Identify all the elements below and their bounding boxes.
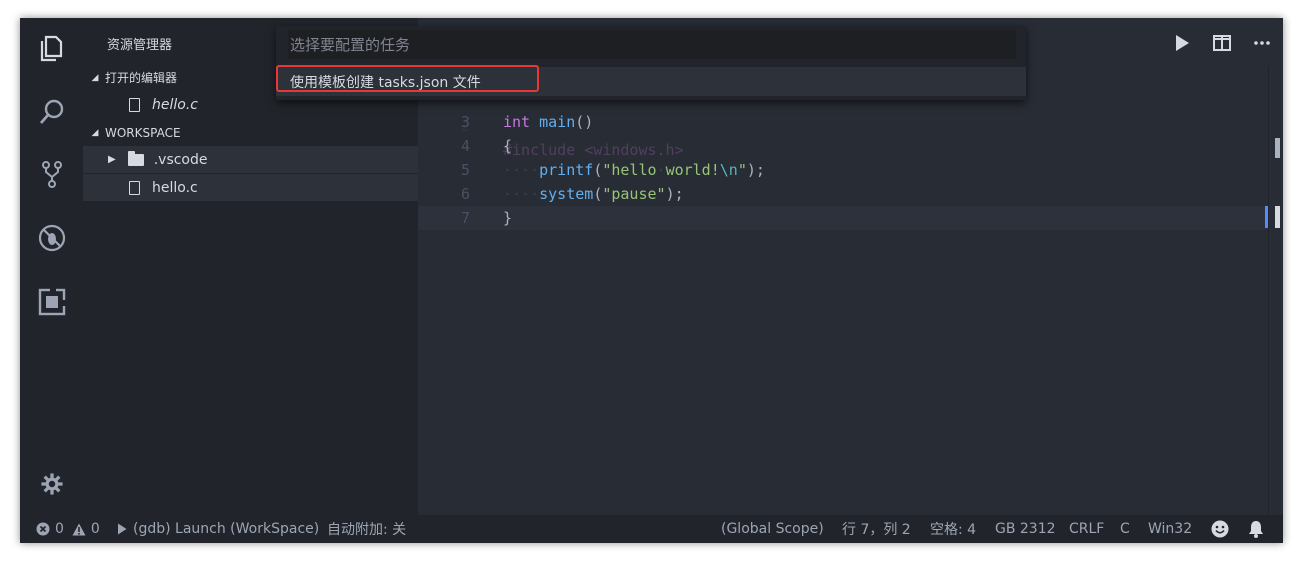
indentation-item[interactable]: 空格: 4: [930, 515, 976, 543]
code-token: (: [593, 161, 603, 179]
debug-icon[interactable]: [20, 212, 83, 264]
encoding-item[interactable]: GB 2312: [995, 515, 1056, 543]
code-token: }: [503, 209, 513, 227]
code-token: "pause": [602, 185, 666, 203]
platform-item[interactable]: Win32: [1148, 515, 1192, 543]
debug-launch-label: (gdb) Launch (WorkSpace): [133, 521, 320, 537]
file-icon: [129, 97, 140, 112]
scrollbar-accent: [1265, 206, 1268, 228]
quick-pick-input[interactable]: [288, 30, 1016, 59]
code-token: printf: [539, 161, 594, 179]
language-item[interactable]: C: [1120, 515, 1130, 543]
gear-icon[interactable]: [20, 458, 83, 510]
scope-item[interactable]: (Global Scope): [721, 515, 824, 543]
cursor-position-item[interactable]: 行 7，列 2: [842, 515, 911, 543]
debug-launch-item[interactable]: (gdb) Launch (WorkSpace): [117, 515, 319, 543]
auto-attach-item[interactable]: 自动附加: 关: [327, 515, 406, 543]
code-token: system: [539, 185, 594, 203]
split-editor-icon[interactable]: [1211, 32, 1233, 54]
collapse-triangle-icon: ◢: [91, 127, 99, 138]
code-line: 6 ····system("pause");: [418, 182, 1268, 206]
code-token: main: [539, 113, 576, 131]
code-token: ": [737, 161, 747, 179]
files-icon[interactable]: [20, 22, 83, 74]
problems-indicator[interactable]: 0 0: [36, 515, 100, 543]
open-editor-label: hello.c: [152, 96, 198, 113]
notifications-bell-icon[interactable]: [1248, 515, 1264, 543]
line-number: 5: [460, 161, 470, 179]
scrollbar-marker: [1275, 138, 1280, 158]
code-line: 5 ····printf("hello·world!\n");: [418, 158, 1268, 182]
eol-item[interactable]: CRLF: [1069, 515, 1104, 543]
line-number: 3: [460, 113, 470, 131]
code-token: \n: [719, 161, 738, 179]
file-icon: [129, 180, 140, 195]
code-token: ····: [503, 161, 540, 179]
code-token: world!: [665, 161, 720, 179]
vertical-scrollbar[interactable]: [1265, 66, 1283, 515]
code-text: int main(): [503, 110, 593, 134]
code-token: int: [503, 113, 531, 131]
code-text: ····printf("hello·world!\n");: [503, 158, 765, 182]
source-control-icon[interactable]: [20, 148, 83, 200]
code-token: );: [665, 185, 684, 203]
code-token: );: [746, 161, 765, 179]
tree-item-hello-c[interactable]: hello.c: [83, 174, 418, 201]
code-line: 7}: [418, 206, 1268, 230]
search-icon[interactable]: [20, 86, 83, 138]
tree-item-vscode-folder[interactable]: ▶ .vscode: [83, 146, 418, 173]
code-token: ·: [656, 161, 666, 179]
tree-item-label: hello.c: [152, 179, 198, 196]
code-text: ····system("pause");: [503, 182, 684, 206]
error-count: 0: [55, 521, 64, 537]
expand-arrow-icon: ▶: [108, 154, 116, 165]
code-token: ····: [503, 185, 540, 203]
code-token: (): [575, 113, 594, 131]
code-text: }: [503, 206, 512, 230]
editor-actions: [1171, 32, 1273, 54]
more-icon[interactable]: [1251, 32, 1273, 54]
run-icon[interactable]: [1171, 32, 1193, 54]
quick-pick-widget: 使用模板创建 tasks.json 文件: [276, 26, 1026, 100]
workspace-section[interactable]: ◢ WORKSPACE: [83, 119, 418, 146]
status-bar: 0 0 (gdb) Launch (WorkSpace) 自动附加: 关 (Gl…: [20, 515, 1283, 543]
feedback-smiley-icon[interactable]: [1211, 515, 1229, 543]
error-icon: [36, 522, 50, 536]
scrollbar-cursor-marker: [1275, 206, 1280, 228]
code-line: 4{: [418, 134, 1268, 158]
start-debug-icon: [118, 523, 127, 535]
folder-icon: [127, 150, 144, 166]
activity-bar: [20, 18, 83, 515]
open-editors-label: 打开的编辑器: [105, 71, 178, 85]
code-line: 3 int main(): [418, 110, 1268, 134]
collapse-triangle-icon: ◢: [91, 72, 99, 83]
warning-icon: [72, 523, 86, 535]
warning-count: 0: [90, 521, 100, 537]
code-text: {: [503, 134, 512, 158]
code-token: "hello: [602, 161, 657, 179]
red-highlight-box: [276, 65, 539, 92]
workspace-label: WORKSPACE: [105, 125, 181, 140]
vscode-window: 资源管理器 ◢ 打开的编辑器 hello.c ◢ WORKSPACE ▶ .vs…: [20, 18, 1283, 543]
code-token: (: [593, 185, 603, 203]
tree-item-label: .vscode: [153, 151, 208, 168]
extensions-icon[interactable]: [20, 276, 83, 328]
code-token: {: [503, 137, 513, 155]
line-number: 4: [460, 137, 470, 155]
sidebar-title: 资源管理器: [107, 38, 173, 53]
line-number: 7: [460, 209, 470, 227]
line-number: 6: [460, 185, 470, 203]
